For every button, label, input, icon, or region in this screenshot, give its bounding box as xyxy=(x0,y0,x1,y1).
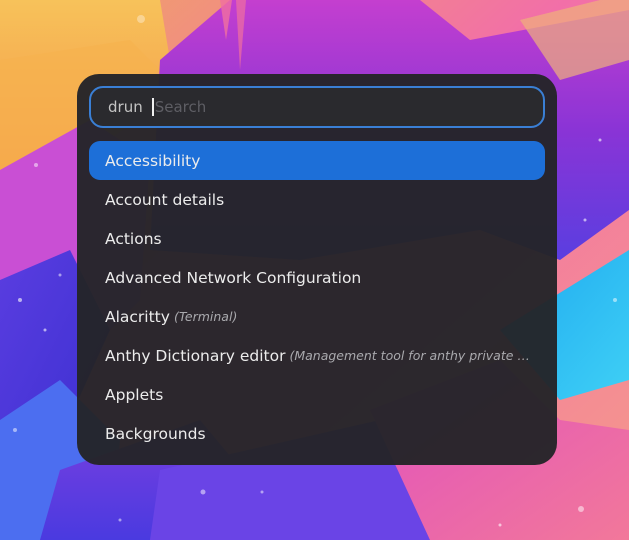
result-item-actions[interactable]: Actions xyxy=(89,219,545,258)
result-item-name: Advanced Network Configuration xyxy=(105,268,362,287)
result-item-alacritty[interactable]: Alacritty (Terminal) xyxy=(89,297,545,336)
result-item-applets[interactable]: Applets xyxy=(89,375,545,414)
search-bar[interactable]: drun xyxy=(89,86,545,128)
result-item-account-details[interactable]: Account details xyxy=(89,180,545,219)
result-item-name: Alacritty xyxy=(105,307,170,326)
app-launcher: drun Accessibility Account details Actio… xyxy=(77,74,557,465)
result-item-name: Applets xyxy=(105,385,164,404)
result-item-description: (Management tool for anthy private dicti… xyxy=(289,348,531,363)
result-item-advanced-network-configuration[interactable]: Advanced Network Configuration xyxy=(89,258,545,297)
mode-label: drun xyxy=(108,98,143,116)
result-item-backgrounds[interactable]: Backgrounds xyxy=(89,414,545,453)
result-item-description: (Terminal) xyxy=(173,309,238,324)
result-item-name: Account details xyxy=(105,190,225,209)
text-cursor xyxy=(151,98,154,116)
result-item-name: Anthy Dictionary editor xyxy=(105,346,286,365)
result-item-name: Backgrounds xyxy=(105,424,206,443)
result-item-anthy-dictionary-editor[interactable]: Anthy Dictionary editor (Management tool… xyxy=(89,336,545,375)
search-input[interactable] xyxy=(154,98,495,116)
results-list: Accessibility Account details Actions Ad… xyxy=(89,141,545,453)
result-item-accessibility[interactable]: Accessibility xyxy=(89,141,545,180)
result-item-name: Accessibility xyxy=(105,151,201,170)
result-item-name: Actions xyxy=(105,229,162,248)
